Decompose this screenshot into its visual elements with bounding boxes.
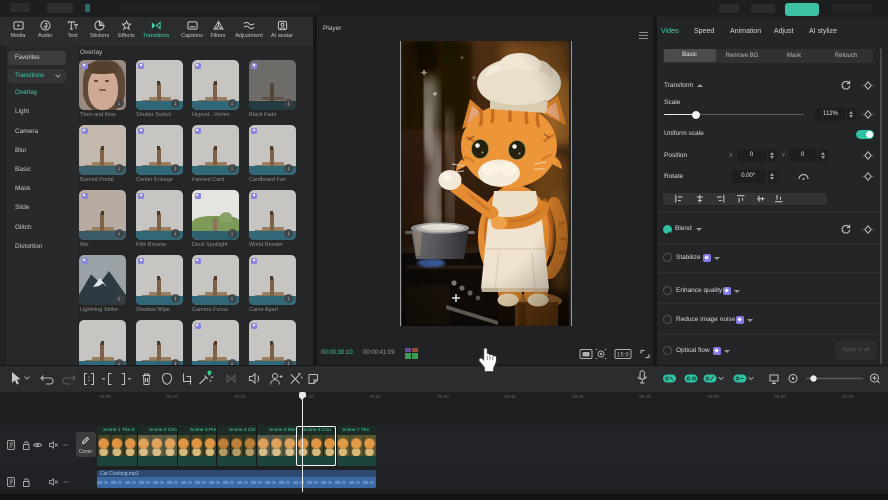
svg-text:16:9: 16:9 [617, 353, 629, 359]
